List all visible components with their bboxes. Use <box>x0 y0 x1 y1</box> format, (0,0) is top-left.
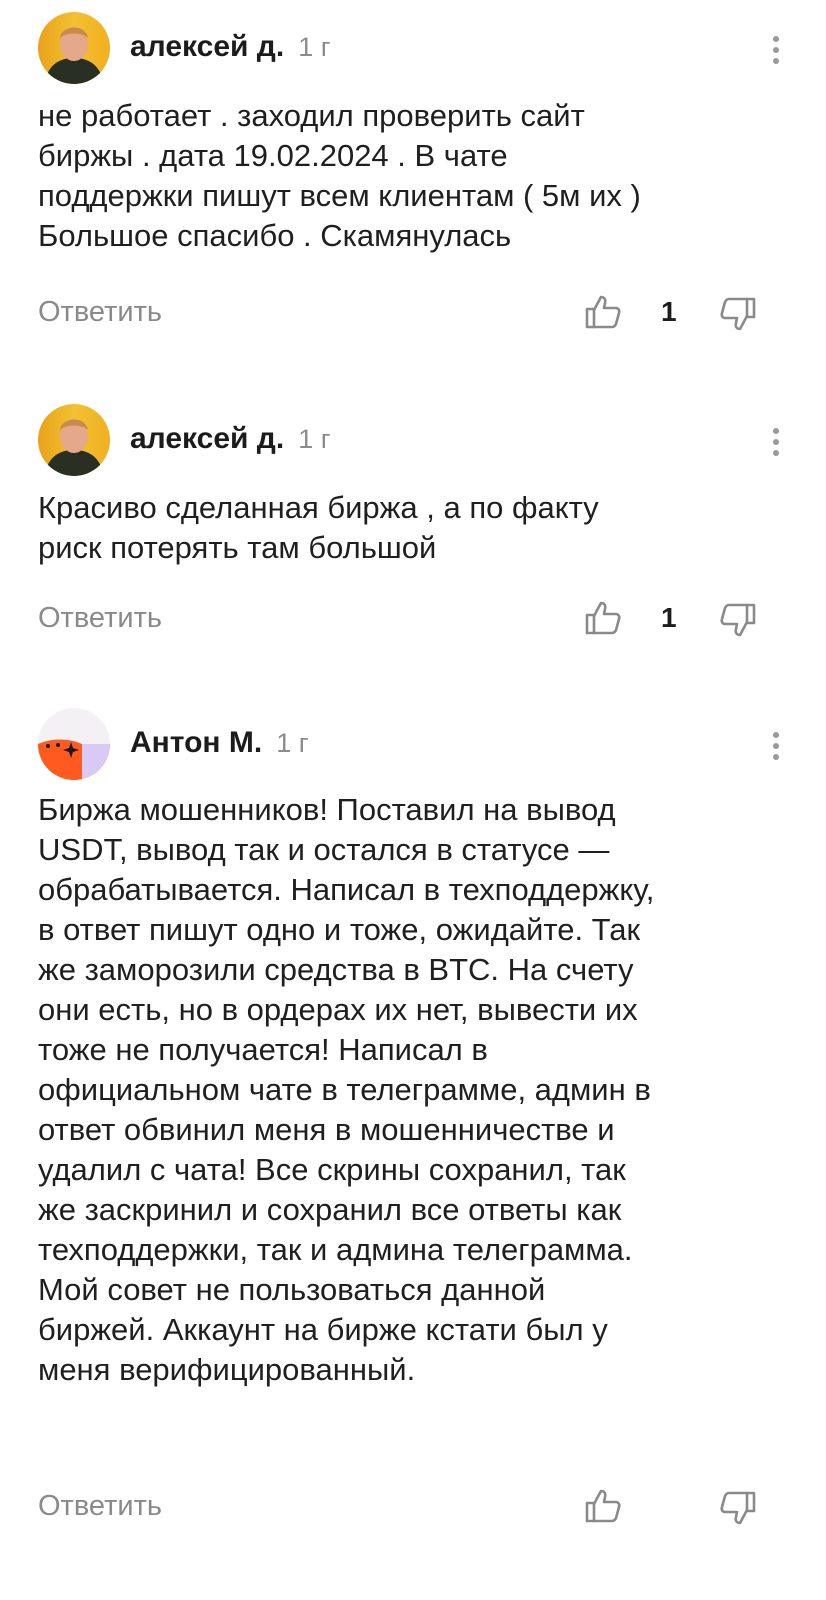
comment-line: техподдержки, так и админа телеграмма. <box>38 1232 633 1267</box>
comment-line: ответ обвинил меня в мошенничестве и <box>38 1112 615 1147</box>
comment-age: 1 г <box>298 32 331 62</box>
thumbs-down-icon[interactable] <box>718 600 758 640</box>
more-vertical-icon[interactable] <box>764 728 788 764</box>
comment-line: Красиво сделанная биржа , а по факту <box>38 490 599 525</box>
more-vertical-icon[interactable] <box>764 32 788 68</box>
comment-actions: Ответить 1 <box>38 598 788 642</box>
thumbs-up-icon[interactable] <box>583 1486 623 1526</box>
comment-text: не работает . заходил проверить сайт бир… <box>38 96 788 256</box>
author-name-text[interactable]: алексей д. <box>130 30 284 63</box>
comment-line: биржы . дата 19.02.2024 . В чате <box>38 138 508 173</box>
reply-button[interactable]: Ответить <box>38 1490 162 1523</box>
comment-line: же заморозили средства в BTC. На счету <box>38 952 634 987</box>
author-name-text[interactable]: Антон М. <box>130 726 262 759</box>
author-name-text[interactable]: алексей д. <box>130 422 284 455</box>
more-vertical-icon[interactable] <box>764 424 788 460</box>
thumbs-down-icon[interactable] <box>718 1488 758 1528</box>
comment-line: же заскринил и сохранил все ответы как <box>38 1192 622 1227</box>
comment-line: Большое спасибо . Скамянулась <box>38 218 512 253</box>
comment-line: USDT, вывод так и остался в статусе — <box>38 832 610 867</box>
comment-age: 1 г <box>298 424 331 454</box>
comment-line: биржей. Аккаунт на бирже кстати был у <box>38 1312 608 1347</box>
comment-header: алексей д. 1 г <box>38 404 788 480</box>
comment-line: официальном чате в телеграмме, админ в <box>38 1072 651 1107</box>
author-name[interactable]: Антон М. 1 г <box>130 726 309 760</box>
comment-line: тоже не получается! Написал в <box>38 1032 488 1067</box>
avatar[interactable] <box>38 404 110 476</box>
author-name[interactable]: алексей д. 1 г <box>130 30 331 64</box>
thumbs-up-icon[interactable] <box>583 292 623 332</box>
comment-line: Биржа мошенников! Поставил на вывод <box>38 792 616 827</box>
comment-header: алексей д. 1 г <box>38 12 788 88</box>
comment-line: удалил с чата! Все скрины сохранил, так <box>38 1152 626 1187</box>
comment-text: Красиво сделанная биржа , а по факту рис… <box>38 488 788 568</box>
comment-line: меня верифицированный. <box>38 1352 416 1387</box>
like-count: 1 <box>661 296 677 327</box>
comment-line: Мой совет не пользоваться данной <box>38 1272 546 1307</box>
comment-age: 1 г <box>276 728 309 758</box>
comment-line: они есть, но в ордерах их нет, вывести и… <box>38 992 638 1027</box>
comment-line: в ответ пишут одно и тоже, ожидайте. Так <box>38 912 641 947</box>
reply-button[interactable]: Ответить <box>38 296 162 329</box>
comment-line: поддержки пишут всем клиентам ( 5м их ) <box>38 178 641 213</box>
like-count: 1 <box>661 602 677 633</box>
author-name[interactable]: алексей д. 1 г <box>130 422 331 456</box>
thumbs-down-icon[interactable] <box>718 294 758 334</box>
thumbs-up-icon[interactable] <box>583 598 623 638</box>
comment-actions: Ответить <box>38 1486 788 1530</box>
avatar[interactable] <box>38 12 110 84</box>
avatar[interactable] <box>38 708 110 780</box>
comment-line: обрабатывается. Написал в техподдержку, <box>38 872 655 907</box>
comment-line: не работает . заходил проверить сайт <box>38 98 585 133</box>
comment-text: Биржа мошенников! Поставил на вывод USDT… <box>38 790 788 1390</box>
reply-button[interactable]: Ответить <box>38 602 162 635</box>
comment-line: риск потерять там большой <box>38 530 437 565</box>
comment-actions: Ответить 1 <box>38 292 788 336</box>
comment-header: Антон М. 1 г <box>38 708 788 784</box>
